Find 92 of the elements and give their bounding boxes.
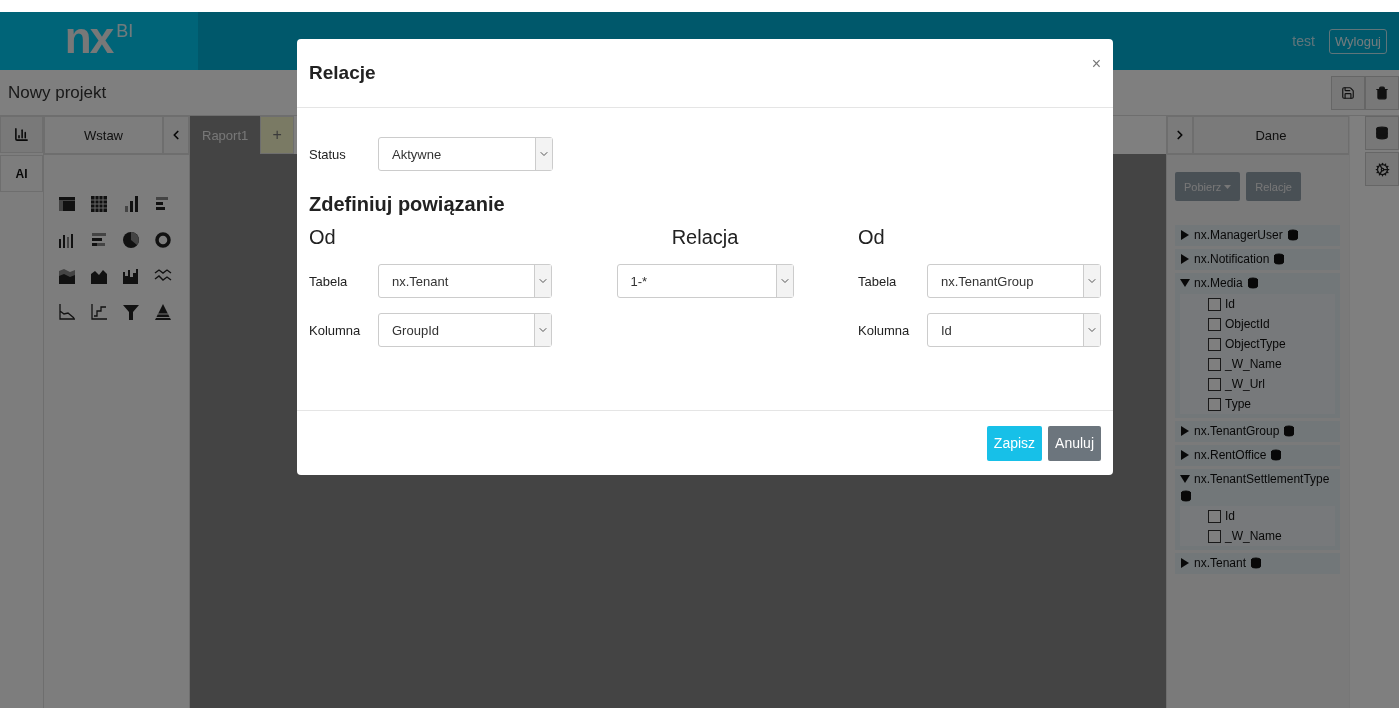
caret-right-icon[interactable] bbox=[1180, 230, 1190, 240]
caret-down-icon[interactable] bbox=[1180, 474, 1190, 484]
column-heading: Relacja bbox=[670, 226, 740, 249]
database-icon bbox=[1375, 126, 1389, 140]
table-name: nx.Tenant bbox=[1194, 556, 1247, 570]
database-icon bbox=[1286, 229, 1299, 241]
table-name: nx.TenantSettlementType bbox=[1194, 472, 1330, 486]
field-label: Kolumna bbox=[858, 322, 911, 338]
database-icon bbox=[1246, 277, 1259, 289]
field-label: Tabela bbox=[309, 273, 349, 289]
column-select[interactable]: GroupId bbox=[378, 313, 552, 347]
field-name: _W_Name bbox=[1225, 357, 1282, 371]
field-name: ObjectType bbox=[1225, 337, 1286, 351]
table-icon[interactable] bbox=[58, 195, 76, 213]
field-name: Id bbox=[1225, 509, 1235, 523]
tree-item[interactable]: nx.ManagerUser bbox=[1175, 225, 1340, 246]
trash-icon bbox=[1375, 85, 1389, 100]
status-select[interactable]: Aktywne bbox=[378, 137, 553, 171]
tree-item[interactable]: nx.RentOffice bbox=[1175, 445, 1340, 466]
checkbox[interactable] bbox=[1208, 297, 1221, 311]
checkbox[interactable] bbox=[1208, 317, 1221, 331]
field-name: _W_Name bbox=[1225, 529, 1282, 543]
step-chart-icon[interactable] bbox=[90, 303, 108, 321]
caret-right-icon[interactable] bbox=[1180, 450, 1190, 460]
settings-button[interactable] bbox=[1365, 152, 1399, 186]
mountain-chart-icon[interactable] bbox=[90, 267, 108, 285]
funnel-icon[interactable] bbox=[122, 303, 140, 321]
save-button[interactable] bbox=[1331, 75, 1365, 110]
field-label: Tabela bbox=[858, 273, 898, 289]
add-tab-button[interactable]: + bbox=[260, 116, 295, 154]
table-select[interactable]: nx.TenantGroup bbox=[927, 264, 1101, 298]
database-icon bbox=[1283, 425, 1296, 437]
ai-tab[interactable]: AI bbox=[0, 155, 43, 192]
dialog-title: Relacje bbox=[309, 62, 377, 84]
checkbox[interactable] bbox=[1208, 397, 1221, 411]
table-name: nx.Notification bbox=[1194, 252, 1270, 266]
close-button[interactable]: × bbox=[1091, 55, 1101, 73]
column-heading: Od bbox=[858, 226, 886, 249]
column-heading: Od bbox=[309, 226, 337, 249]
caret-right-icon[interactable] bbox=[1180, 558, 1190, 568]
checkbox[interactable] bbox=[1208, 529, 1221, 543]
bar-chart-icon[interactable] bbox=[122, 195, 140, 213]
area-bars-icon[interactable] bbox=[122, 267, 140, 285]
field-label: Status bbox=[309, 146, 347, 162]
chart-tab[interactable] bbox=[0, 116, 43, 153]
database-icon bbox=[1180, 490, 1192, 502]
tree-item[interactable]: nx.TenantGroup bbox=[1175, 421, 1340, 442]
pie-chart-icon[interactable] bbox=[122, 231, 140, 249]
section-title: Zdefiniuj powiązanie bbox=[309, 193, 506, 216]
table-select[interactable]: nx.Tenant bbox=[378, 264, 552, 298]
grid-icon[interactable] bbox=[90, 195, 108, 213]
tree-item[interactable]: nx.Media Id ObjectId ObjectType _W_Name _W_Url Type bbox=[1175, 273, 1340, 418]
column-chart-icon[interactable] bbox=[58, 231, 76, 249]
caret-right-icon[interactable] bbox=[1180, 254, 1190, 264]
table-name: nx.TenantGroup bbox=[1194, 424, 1280, 438]
user-name: test bbox=[1292, 33, 1315, 49]
checkbox[interactable] bbox=[1208, 357, 1221, 371]
caret-down-icon[interactable] bbox=[1180, 278, 1190, 288]
donut-chart-icon[interactable] bbox=[154, 231, 172, 249]
table-name: nx.ManagerUser bbox=[1194, 228, 1283, 242]
checkbox[interactable] bbox=[1208, 337, 1221, 351]
stacked-bar-icon[interactable] bbox=[90, 231, 108, 249]
field-name: Type bbox=[1225, 397, 1251, 411]
relation-select[interactable]: 1-* bbox=[616, 264, 794, 298]
caret-right-icon[interactable] bbox=[1180, 426, 1190, 436]
database-icon bbox=[1273, 253, 1286, 265]
field-name: Id bbox=[1225, 297, 1235, 311]
tree-item[interactable]: nx.Notification bbox=[1175, 249, 1340, 270]
panel-title: Dane bbox=[1193, 116, 1349, 154]
checkbox[interactable] bbox=[1208, 509, 1221, 523]
table-name: nx.RentOffice bbox=[1194, 448, 1267, 462]
checkbox[interactable] bbox=[1208, 377, 1221, 391]
area-chart-icon[interactable] bbox=[58, 267, 76, 285]
delete-button[interactable] bbox=[1365, 75, 1399, 110]
cancel-button[interactable]: Anuluj bbox=[1048, 425, 1101, 461]
pyramid-icon[interactable] bbox=[154, 303, 172, 321]
database-icon bbox=[1270, 449, 1283, 461]
field-label: Kolumna bbox=[309, 322, 362, 338]
project-title: Nowy projekt bbox=[8, 82, 108, 103]
tree-item[interactable]: nx.TenantSettlementType Id _W_Name bbox=[1175, 469, 1340, 550]
caret-down-icon bbox=[1224, 184, 1232, 189]
settings-icon bbox=[1374, 161, 1390, 177]
field-name: ObjectId bbox=[1225, 317, 1270, 331]
field-name: _W_Url bbox=[1225, 377, 1265, 391]
panel-title: Wstaw bbox=[44, 116, 163, 154]
table-name: nx.Media bbox=[1194, 276, 1243, 290]
column-select[interactable]: Id bbox=[927, 313, 1101, 347]
bar-chart-icon bbox=[14, 127, 29, 142]
database-button[interactable] bbox=[1365, 116, 1399, 150]
tree-item[interactable]: nx.Tenant bbox=[1175, 553, 1340, 574]
database-icon bbox=[1250, 557, 1263, 569]
line-chart-icon[interactable] bbox=[58, 303, 76, 321]
